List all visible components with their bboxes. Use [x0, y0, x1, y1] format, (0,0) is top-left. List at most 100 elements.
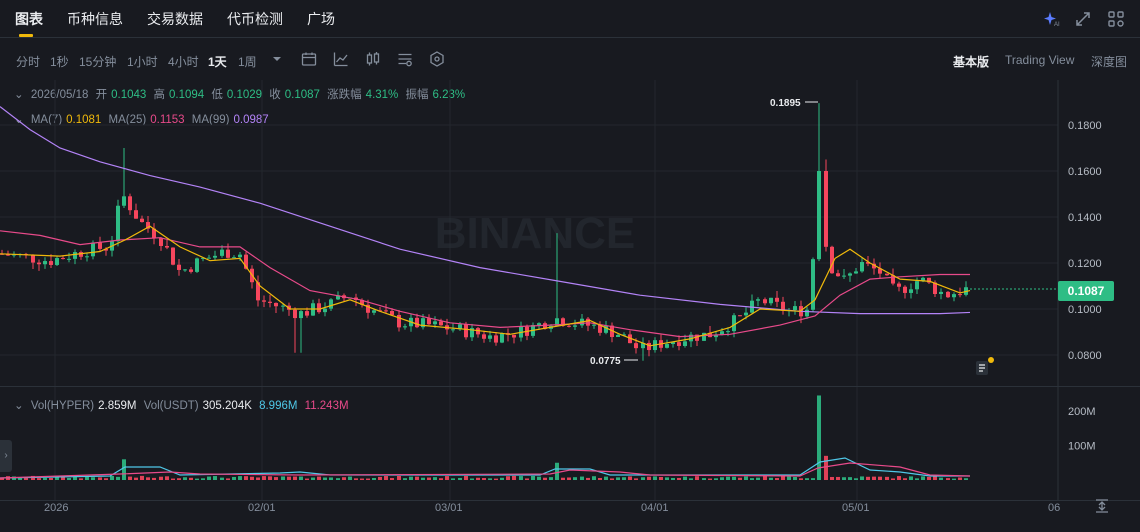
candle-body: [195, 258, 199, 272]
timeframe-1s[interactable]: 1秒: [50, 53, 69, 70]
candle-type-icon[interactable]: [364, 50, 382, 68]
candle-body: [18, 253, 22, 255]
high-marker-label: 0.1895: [770, 98, 801, 109]
volume-bar: [122, 459, 126, 480]
candle-body: [464, 324, 468, 338]
candle-body: [830, 246, 834, 274]
candle-body: [946, 291, 950, 298]
svg-text:AI: AI: [1054, 22, 1060, 28]
volume-bar: [55, 476, 59, 480]
volume-bar: [104, 478, 108, 480]
x-tick: 2026: [44, 502, 69, 514]
volume-bar: [958, 477, 962, 480]
volume-bar: [317, 476, 321, 480]
volume-bar: [695, 476, 699, 480]
candle-body: [525, 326, 529, 336]
side-panel-toggle[interactable]: ›: [0, 440, 12, 472]
candle-body: [561, 318, 565, 326]
candle-body: [610, 325, 614, 338]
tab-coin-info[interactable]: 币种信息: [67, 9, 123, 29]
collapse-chevron-icon[interactable]: ⌄: [14, 89, 24, 101]
volume-bar: [531, 476, 535, 480]
volume-bar: [73, 476, 77, 480]
volume-bar: [708, 478, 712, 480]
candle-body: [342, 295, 346, 299]
volume-bar: [647, 476, 651, 480]
volume-bar: [592, 476, 596, 480]
candle-body: [287, 305, 291, 310]
settings-icon[interactable]: [396, 50, 414, 68]
volume-bar: [232, 476, 236, 480]
expand-icon[interactable]: [1073, 9, 1093, 29]
vol-label: Vol(HYPER): [30, 400, 95, 412]
volume-bar: [439, 478, 443, 480]
candle-body: [647, 342, 651, 351]
volume-bar: [756, 477, 760, 480]
view-depth[interactable]: 深度图: [1091, 53, 1127, 70]
candle-body: [470, 328, 474, 338]
volume-bar: [549, 477, 553, 480]
chart-toolbar: 分时 1秒 15分钟 1小时 4小时 1天 1周 基本版 Trading Vie…: [0, 39, 1140, 79]
volume-bar: [49, 477, 53, 480]
candle-body: [85, 256, 89, 258]
candle-body: [799, 306, 803, 317]
timeframe-1w[interactable]: 1周: [238, 53, 257, 70]
volume-bar: [165, 476, 169, 480]
view-tradingview[interactable]: Trading View: [1005, 53, 1074, 67]
candle-body: [756, 299, 760, 301]
calendar-icon[interactable]: [300, 50, 318, 68]
vol-usdt-value: 305.204K: [202, 400, 252, 412]
volume-bar: [909, 476, 913, 480]
candle-body: [397, 314, 401, 328]
candle-body: [262, 300, 266, 302]
volume-bar: [348, 476, 352, 480]
tab-chart[interactable]: 图表: [15, 9, 43, 29]
candle-body: [329, 299, 333, 309]
volume-bar: [580, 476, 584, 480]
grid-settings-icon[interactable]: [1106, 9, 1126, 29]
candle-body: [201, 257, 205, 259]
tab-token-check[interactable]: 代币检测: [227, 9, 283, 29]
candle-body: [671, 342, 675, 345]
ma25-label: MA(25): [108, 114, 147, 126]
volume-bar: [85, 476, 89, 480]
candle-body: [604, 325, 608, 333]
candle-body: [159, 238, 163, 246]
volume-bar: [824, 455, 828, 480]
candle-body: [811, 259, 815, 310]
candle-body: [55, 258, 59, 265]
timeframe-time[interactable]: 分时: [16, 53, 40, 70]
candle-body: [714, 334, 718, 338]
ai-sparkle-icon[interactable]: AI: [1042, 9, 1062, 29]
hexagon-icon[interactable]: [428, 50, 446, 68]
more-dropdown-icon[interactable]: [268, 50, 286, 68]
candle-body: [305, 311, 309, 316]
notes-icon[interactable]: [974, 357, 996, 377]
candle-body: [775, 297, 779, 302]
timeframe-1h[interactable]: 1小时: [127, 53, 158, 70]
timeframe-1d[interactable]: 1天: [208, 53, 227, 70]
volume-bar: [927, 476, 931, 480]
timeframe-4h[interactable]: 4小时: [168, 53, 199, 70]
candle-body: [744, 312, 748, 316]
pane-separator[interactable]: [0, 386, 1140, 387]
volume-bar: [610, 478, 614, 480]
tab-trading-data[interactable]: 交易数据: [147, 9, 203, 29]
candle-body: [299, 311, 303, 319]
volume-bar: [598, 477, 602, 480]
active-tab-indicator: [19, 34, 33, 37]
scroll-to-latest-icon[interactable]: [1093, 497, 1111, 515]
view-basic[interactable]: 基本版: [953, 53, 989, 70]
timeframe-15m[interactable]: 15分钟: [79, 53, 116, 70]
candle-body: [317, 303, 321, 313]
indicator-icon[interactable]: [332, 50, 350, 68]
collapse-chevron-icon[interactable]: ⌄: [14, 114, 24, 126]
candle-body: [921, 277, 925, 282]
candle-body: [958, 294, 962, 296]
collapse-chevron-icon[interactable]: ⌄: [14, 400, 24, 412]
volume-bar: [287, 476, 291, 480]
tab-square[interactable]: 广场: [307, 9, 335, 29]
candle-body: [390, 311, 394, 315]
ohlc-date: 2026/05/18: [30, 89, 89, 101]
candle-body: [659, 340, 663, 348]
